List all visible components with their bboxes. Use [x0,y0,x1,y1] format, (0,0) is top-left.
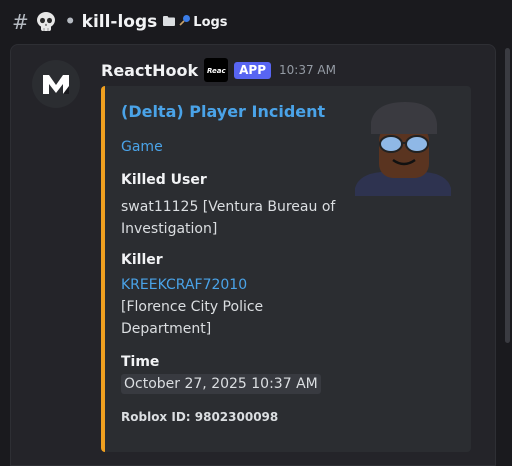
channel-name[interactable]: kill-logs [82,12,158,32]
app-tag-icon: React [204,58,229,82]
folder-icon [163,15,176,30]
field-killed-user-label: Killed User [121,172,207,188]
author-name[interactable]: ReactHook [101,61,198,80]
embed-footer: Roblox ID: 9802300098 [121,410,279,424]
channel-hash-icon: # [12,10,29,34]
message-header: ReactHook React APP 10:37 AM [101,58,336,82]
embed-description: Game [121,139,163,155]
pushpin-icon [179,14,191,30]
app-badge: APP [234,61,272,79]
avatar[interactable] [32,60,80,108]
channel-header: # • kill-logs Logs [0,0,512,44]
field-killer-value: KREEKCRAF72010 [Florence City Police Dep… [121,274,341,340]
scrollbar-thumb[interactable] [505,48,510,343]
killer-team: [Florence City Police Department] [121,299,264,337]
field-time-label: Time [121,354,160,370]
skull-icon [35,11,57,33]
embed-title[interactable]: (Delta) Player Incident [121,102,325,121]
message-timestamp[interactable]: 10:37 AM [279,63,336,77]
svg-text:React: React [207,67,226,75]
time-value[interactable]: October 27, 2025 10:37 AM [121,374,321,394]
channel-separator: • [64,12,76,32]
thread-breadcrumb[interactable]: Logs [193,15,227,30]
field-killed-user-value: swat11125 [Ventura Bureau of Investigati… [121,199,336,237]
avatar-thumbnail[interactable] [351,98,455,202]
field-killer-label: Killer [121,252,163,268]
killer-link[interactable]: KREEKCRAF72010 [121,277,247,293]
embed-card: (Delta) Player Incident Game Killed User… [101,86,471,452]
reacthook-logo-icon [43,75,69,94]
